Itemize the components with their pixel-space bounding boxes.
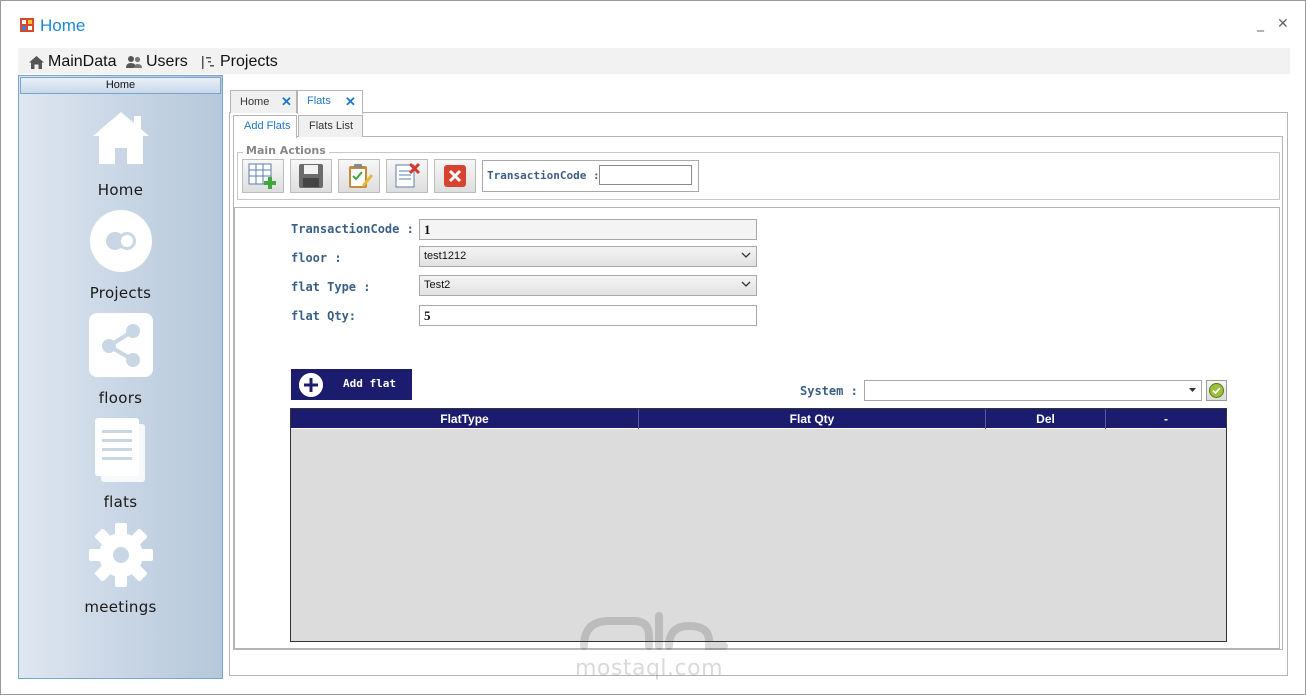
new-grid-icon — [248, 163, 276, 189]
projects-circle-icon — [90, 210, 152, 272]
watermark-logo-icon — [580, 612, 728, 650]
app-icon — [20, 18, 34, 32]
grid-col-flattype[interactable]: FlatType — [291, 409, 639, 429]
watermark: mostaql.com — [574, 601, 734, 681]
sidebar-item-home-label: Home — [97, 181, 144, 199]
flat-type-select-value: Test2 — [424, 279, 451, 291]
plus-icon — [299, 373, 323, 397]
add-flat-button[interactable]: Add flat — [291, 369, 412, 400]
tab-home-close-icon[interactable]: ✕ — [281, 94, 292, 110]
system-confirm-button[interactable] — [1206, 380, 1227, 401]
delete-document-icon — [395, 162, 421, 188]
new-button[interactable] — [242, 159, 284, 193]
grid-col-flatqty[interactable]: Flat Qty — [639, 409, 986, 429]
users-icon — [126, 55, 142, 68]
chevron-down-icon — [741, 252, 751, 258]
system-label: System : — [800, 384, 858, 398]
sidebar-item-projects[interactable]: Projects — [19, 209, 222, 304]
menu-projects-label: Projects — [220, 53, 278, 70]
subtab-add-flats-label: Add Flats — [244, 120, 291, 132]
sidebar-item-flats[interactable]: flats — [19, 416, 222, 511]
menu-users-label: Users — [146, 53, 188, 70]
flat-type-label: flat Type : — [291, 280, 371, 294]
house-icon — [29, 55, 44, 69]
subtab-add-flats[interactable]: Add Flats — [233, 115, 297, 138]
document-icon — [95, 418, 145, 482]
chevron-down-icon — [741, 281, 751, 287]
grid-col-del[interactable]: Del — [986, 409, 1106, 429]
menu-bar: MainData Users Projects — [18, 48, 1290, 74]
tab-flats-close-icon[interactable]: ✕ — [345, 94, 356, 110]
sidebar-header: Home — [20, 77, 221, 94]
sidebar-item-floors[interactable]: floors — [19, 312, 222, 407]
add-flat-label: Add flat — [343, 377, 396, 390]
flat-qty-field[interactable]: 5 — [419, 305, 757, 326]
sidebar: Home Home Projects floors flats meetings — [18, 75, 223, 679]
sidebar-item-flats-label: flats — [103, 493, 138, 511]
edit-button[interactable] — [338, 159, 380, 193]
sidebar-item-floors-label: floors — [98, 389, 143, 407]
house-icon — [93, 112, 149, 164]
tab-home-label: Home — [240, 96, 270, 108]
floor-label: floor : — [291, 251, 342, 265]
grid-header: FlatType Flat Qty Del - — [291, 409, 1226, 429]
sidebar-item-projects-label: Projects — [89, 284, 152, 302]
minimize-button[interactable]: _ — [1257, 16, 1264, 32]
menu-maindata[interactable]: MainData — [28, 52, 116, 72]
gear-icon — [89, 523, 153, 587]
flat-qty-label: flat Qty: — [291, 309, 357, 323]
title-bar: Home _ ✕ — [1, 1, 1305, 47]
transaction-code-field[interactable]: 1 — [419, 219, 757, 240]
sidebar-item-meetings[interactable]: meetings — [19, 521, 222, 616]
flats-grid[interactable]: FlatType Flat Qty Del - — [290, 408, 1227, 642]
tab-flats[interactable]: Flats ✕ — [297, 90, 363, 114]
tab-home[interactable]: Home ✕ — [230, 90, 297, 113]
edit-clipboard-icon — [349, 164, 373, 188]
cancel-icon — [444, 165, 466, 187]
menu-maindata-label: MainData — [48, 53, 117, 70]
menu-users[interactable]: Users — [125, 52, 188, 72]
caret-down-icon — [1189, 388, 1196, 392]
floor-select[interactable]: test1212 — [419, 246, 757, 267]
grid-col-extra[interactable]: - — [1106, 409, 1226, 429]
delete-button[interactable] — [386, 159, 428, 193]
share-icon — [89, 313, 153, 377]
flat-type-select[interactable]: Test2 — [419, 275, 757, 296]
transaction-code-label: TransactionCode : — [291, 222, 414, 236]
main-actions-legend: Main Actions — [243, 144, 329, 157]
subtab-flats-list[interactable]: Flats List — [298, 115, 363, 137]
menu-projects[interactable]: Projects — [201, 52, 278, 72]
actions-transaction-label: TransactionCode : — [487, 169, 600, 182]
system-combo[interactable] — [864, 380, 1202, 401]
projects-icon — [202, 55, 214, 69]
cancel-button[interactable] — [434, 159, 476, 193]
sidebar-item-home[interactable]: Home — [19, 106, 222, 201]
floor-select-value: test1212 — [424, 250, 467, 262]
actions-transaction-input[interactable] — [599, 165, 692, 185]
save-icon — [299, 164, 323, 188]
check-circle-icon — [1209, 383, 1224, 398]
app-window: Home _ ✕ MainData Users Projects Home Ho… — [0, 0, 1306, 695]
sidebar-item-meetings-label: meetings — [84, 598, 157, 616]
window-title: Home — [40, 16, 86, 35]
tab-flats-label: Flats — [307, 95, 331, 107]
close-window-button[interactable]: ✕ — [1277, 16, 1289, 32]
save-button[interactable] — [290, 159, 332, 193]
watermark-text: mostaql.com — [575, 656, 724, 681]
subtab-flats-list-label: Flats List — [309, 120, 354, 132]
